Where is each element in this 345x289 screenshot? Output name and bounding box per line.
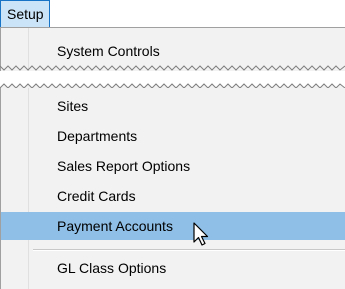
menu-item-gl-class-options[interactable]: GL Class Options: [1, 254, 345, 282]
menu-item-label: GL Class Options: [57, 260, 167, 276]
menu-item-departments[interactable]: Departments: [1, 122, 345, 150]
menu-item-sites[interactable]: Sites: [1, 92, 345, 120]
menu-item-label: Credit Cards: [57, 188, 136, 204]
menu-item-sales-report-options[interactable]: Sales Report Options: [1, 152, 345, 180]
arrow-pointer-icon: [193, 222, 209, 246]
menu-separator: [33, 249, 345, 251]
menu-item-system-controls[interactable]: System Controls: [1, 37, 345, 65]
menu-item-label: System Controls: [57, 43, 160, 59]
setup-menu-dropdown: Sites Departments Sales Report Options C…: [0, 88, 345, 289]
setup-menu-label: Setup: [7, 6, 44, 22]
menu-item-label: Sales Report Options: [57, 158, 191, 174]
menu-torn-edge-bottom: [0, 65, 345, 71]
menu-item-label: Sites: [57, 98, 89, 114]
menu-item-label: Departments: [57, 128, 138, 144]
setup-menu-tab[interactable]: Setup: [0, 0, 50, 28]
menu-item-label: Payment Accounts: [57, 218, 173, 234]
menu-item-payment-accounts[interactable]: Payment Accounts: [1, 212, 345, 240]
menu-item-credit-cards[interactable]: Credit Cards: [1, 182, 345, 210]
